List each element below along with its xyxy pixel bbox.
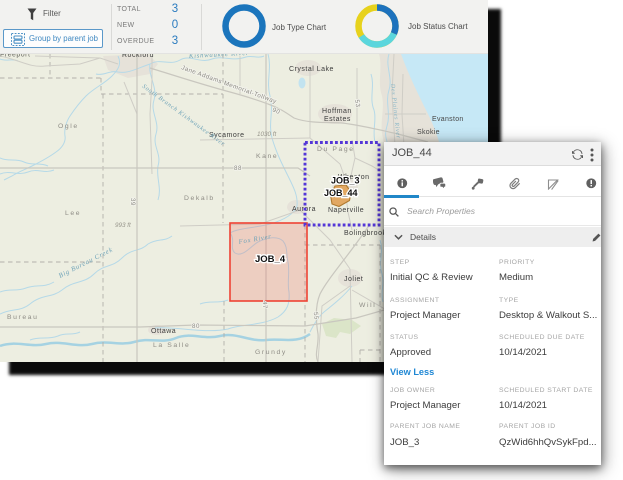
svg-text:47: 47 bbox=[261, 301, 268, 309]
svg-text:Bolingbrook: Bolingbrook bbox=[344, 230, 386, 237]
svg-text:Freeport: Freeport bbox=[0, 54, 30, 59]
svg-text:JOB_44: JOB_44 bbox=[324, 188, 358, 198]
svg-text:80: 80 bbox=[192, 323, 200, 330]
svg-text:Grundy: Grundy bbox=[255, 349, 287, 356]
svg-text:1030 ft: 1030 ft bbox=[257, 131, 277, 138]
svg-text:39: 39 bbox=[129, 198, 136, 206]
svg-text:Ogle: Ogle bbox=[58, 123, 79, 130]
svg-text:Ottawa: Ottawa bbox=[151, 328, 176, 335]
svg-text:Dekalb: Dekalb bbox=[184, 195, 215, 202]
svg-text:Bureau: Bureau bbox=[7, 314, 39, 321]
svg-text:JOB_3: JOB_3 bbox=[331, 176, 360, 186]
svg-text:55: 55 bbox=[312, 312, 320, 321]
svg-text:La Salle: La Salle bbox=[153, 342, 190, 349]
svg-text:53: 53 bbox=[353, 99, 361, 108]
svg-text:Will: Will bbox=[359, 302, 376, 309]
svg-text:Skokie: Skokie bbox=[417, 129, 440, 136]
svg-text:Estates: Estates bbox=[324, 116, 351, 123]
svg-text:Lee: Lee bbox=[65, 210, 81, 217]
svg-text:Rockford: Rockford bbox=[122, 54, 154, 59]
svg-text:Kane: Kane bbox=[256, 153, 278, 160]
svg-text:993 ft: 993 ft bbox=[115, 222, 131, 229]
svg-text:Joliet: Joliet bbox=[344, 276, 363, 283]
svg-text:Crystal Lake: Crystal Lake bbox=[289, 66, 334, 73]
svg-text:88: 88 bbox=[234, 165, 242, 172]
svg-text:JOB_4: JOB_4 bbox=[255, 254, 286, 265]
svg-text:Naperville: Naperville bbox=[328, 207, 364, 214]
svg-text:Du Page: Du Page bbox=[317, 146, 355, 153]
svg-text:Evanston: Evanston bbox=[432, 116, 464, 123]
svg-text:Hoffman: Hoffman bbox=[322, 108, 352, 115]
